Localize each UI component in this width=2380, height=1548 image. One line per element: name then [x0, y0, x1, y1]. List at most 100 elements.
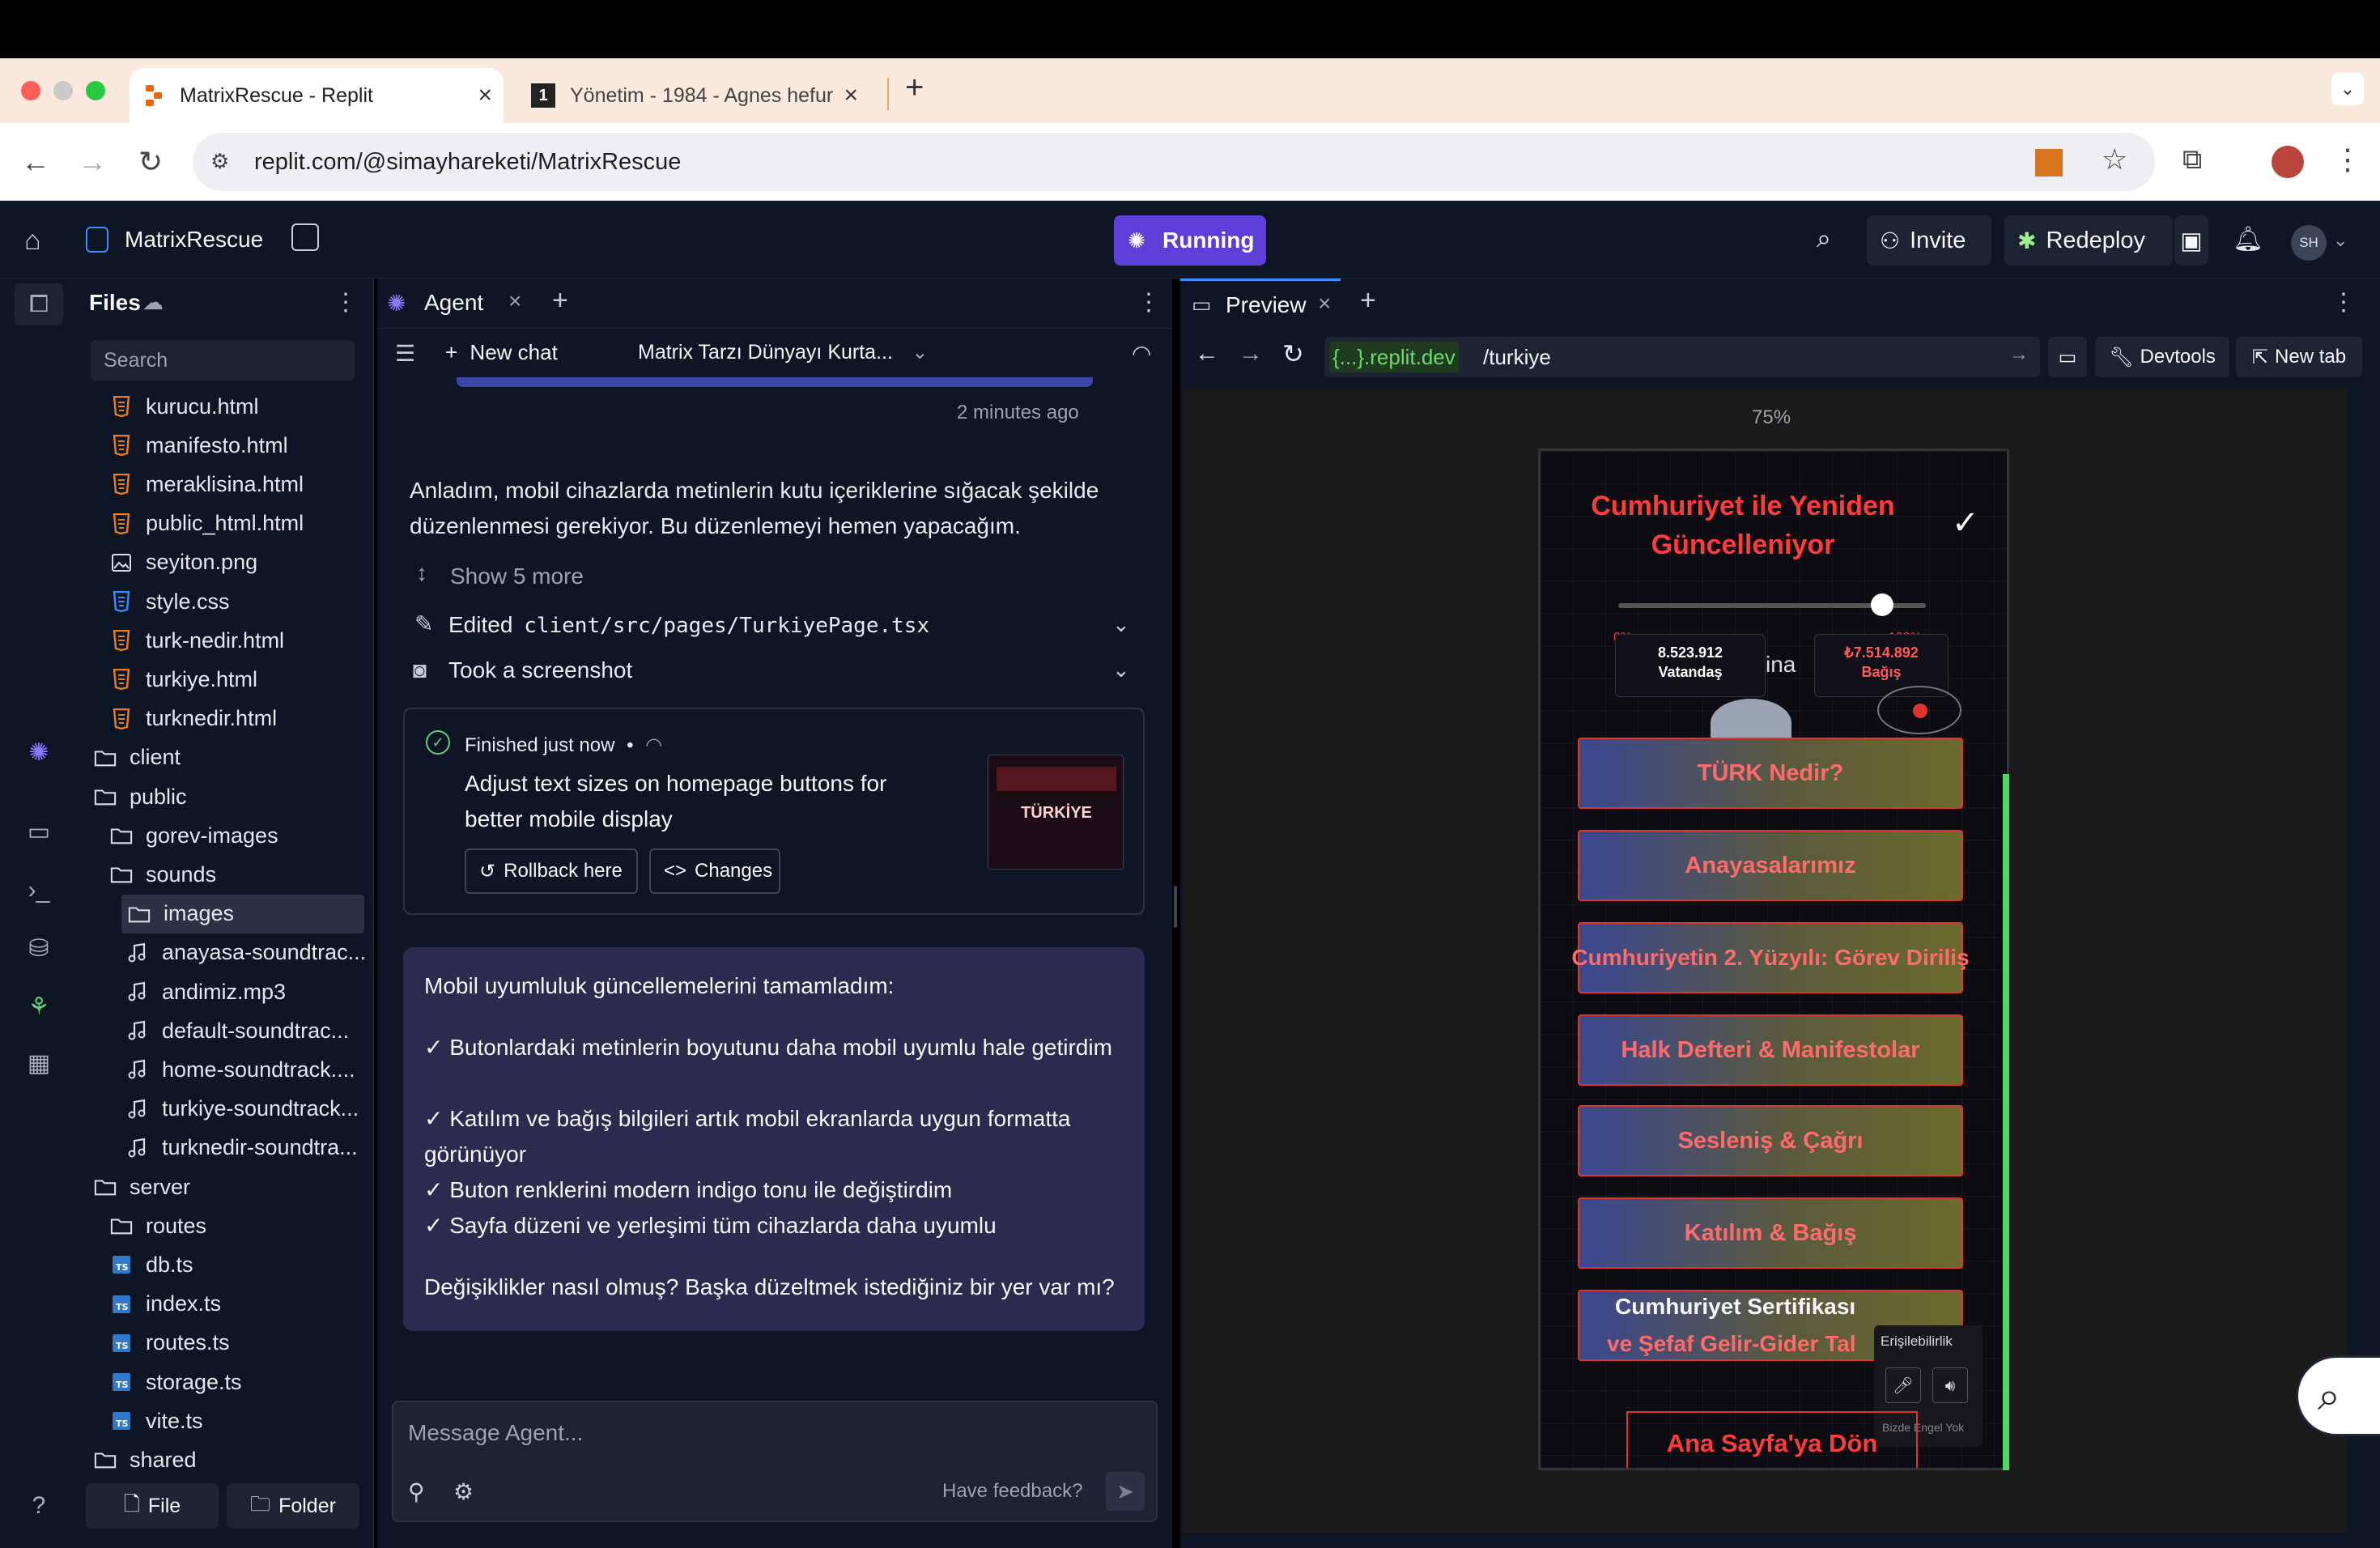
- floating-zoom-button[interactable]: ⌕: [2296, 1355, 2380, 1436]
- file-item[interactable]: TS routes.ts: [110, 1324, 369, 1363]
- nav-button-turk-nedir[interactable]: TÜRK Nedir?: [1578, 738, 1963, 809]
- file-item[interactable]: turknedir-soundtra...: [126, 1129, 369, 1167]
- preview-tab[interactable]: ▭ Preview ×: [1180, 279, 1341, 329]
- file-item[interactable]: TS db.ts: [110, 1245, 369, 1284]
- new-folder-button[interactable]: 🗀︎ Folder: [227, 1483, 359, 1529]
- add-tab-icon[interactable]: +: [552, 285, 568, 317]
- add-preview-tab-icon[interactable]: +: [1360, 285, 1376, 317]
- file-item[interactable]: TS index.ts: [110, 1285, 369, 1324]
- file-item[interactable]: TS vite.ts: [110, 1401, 369, 1440]
- file-item[interactable]: turkiye.html: [110, 660, 369, 699]
- minimize-window-button[interactable]: [53, 81, 73, 100]
- extensions-icon[interactable]: ⧉: [2182, 144, 2202, 176]
- database-tool-icon[interactable]: ⛁: [23, 933, 55, 965]
- nav-button-anayasalar[interactable]: Anayasalarımız: [1578, 830, 1963, 901]
- address-bar[interactable]: ⚙ replit.com/@simayhareketi/MatrixRescue: [193, 133, 2155, 191]
- file-item[interactable]: turk-nedir.html: [110, 621, 369, 660]
- back-arrow-icon[interactable]: ←: [18, 144, 53, 180]
- folder-item[interactable]: shared: [94, 1440, 369, 1479]
- close-agent-tab-icon[interactable]: ×: [508, 288, 521, 314]
- notifications-bell-icon[interactable]: 🔔︎: [2233, 225, 2263, 253]
- send-icon[interactable]: ➤: [1106, 1472, 1145, 1511]
- redeploy-button[interactable]: ✱ Redeploy: [2004, 215, 2173, 266]
- file-item[interactable]: style.css: [110, 582, 369, 621]
- file-item[interactable]: kurucu.html: [110, 387, 369, 426]
- files-menu-icon[interactable]: ⋮: [334, 288, 358, 317]
- files-search-input[interactable]: Search: [91, 340, 355, 381]
- profile-avatar[interactable]: [2272, 146, 2304, 178]
- settings-gear-icon[interactable]: ⚙: [453, 1478, 474, 1505]
- message-composer[interactable]: Message Agent... ⚲ ⚙ Have feedback? ➤: [392, 1401, 1158, 1522]
- nav-button-katilim[interactable]: Katılım & Bağış: [1578, 1197, 1963, 1269]
- user-avatar[interactable]: SH: [2291, 225, 2327, 261]
- preview-tool-icon[interactable]: ▭: [23, 816, 55, 848]
- panel-resize-handle[interactable]: [1174, 886, 1177, 928]
- account-chevron-icon[interactable]: ⌄: [2333, 230, 2348, 251]
- project-info-icon[interactable]: [291, 223, 319, 251]
- close-window-button[interactable]: [21, 81, 40, 100]
- search-icon[interactable]: ⌕: [1817, 223, 1831, 254]
- new-file-button[interactable]: 🗋︎ File: [86, 1483, 219, 1529]
- progress-slider-knob[interactable]: [1871, 593, 1893, 616]
- all-tools-grid-icon[interactable]: ▦: [23, 1048, 55, 1080]
- speaker-icon[interactable]: 🔊︎: [1932, 1367, 1968, 1403]
- file-item[interactable]: meraklisina.html: [110, 465, 369, 504]
- preview-back-icon[interactable]: ←: [1195, 340, 1219, 368]
- new-tab-icon[interactable]: +: [905, 70, 924, 106]
- expand-screenshot-chevron-icon[interactable]: ⌄: [1112, 657, 1130, 683]
- file-item[interactable]: andimiz.mp3: [126, 972, 369, 1011]
- message-input[interactable]: Message Agent...: [408, 1420, 583, 1446]
- file-item[interactable]: default-soundtrac...: [126, 1011, 369, 1050]
- screenshot-thumbnail[interactable]: TÜRKİYE: [988, 755, 1124, 870]
- file-item[interactable]: TS storage.ts: [110, 1363, 369, 1401]
- home-icon[interactable]: ⌂: [24, 225, 41, 257]
- tab-search-chevron-icon[interactable]: ⌄: [2331, 73, 2364, 105]
- expand-edit-chevron-icon[interactable]: ⌄: [1112, 612, 1130, 637]
- invite-button[interactable]: ⚇ Invite: [1867, 215, 1991, 266]
- file-item[interactable]: turkiye-soundtrack...: [126, 1090, 369, 1129]
- deployments-tool-icon[interactable]: ⚘: [23, 991, 55, 1023]
- file-item[interactable]: public_html.html: [110, 504, 369, 543]
- edited-file-row[interactable]: Edited client/src/pages/TurkiyePage.tsx: [448, 612, 929, 638]
- maximize-window-button[interactable]: [86, 81, 105, 100]
- file-item[interactable]: anayasa-soundtrac...: [126, 933, 369, 972]
- preview-url-bar[interactable]: {...}.replit.dev /turkiye →: [1324, 337, 2040, 377]
- devtools-button[interactable]: 🔧︎ Devtools: [2095, 337, 2229, 377]
- preview-menu-icon[interactable]: ⋮: [2331, 288, 2356, 317]
- run-status-button[interactable]: ✺ Running: [1114, 215, 1266, 266]
- chat-title-dropdown[interactable]: Matrix Tarzı Dünyayı Kurta... ⌄: [638, 340, 929, 364]
- forward-arrow-icon[interactable]: →: [74, 144, 110, 180]
- folder-item[interactable]: gorev-images: [110, 816, 369, 855]
- nav-button-gorev-dirilis[interactable]: Cumhuriyetin 2. Yüzyılı: Görev Diriliş: [1571, 922, 1970, 993]
- site-settings-icon[interactable]: ⚙: [210, 149, 229, 174]
- chat-history-icon[interactable]: ☰: [395, 340, 415, 367]
- help-icon[interactable]: ?: [23, 1490, 55, 1522]
- project-name[interactable]: MatrixRescue: [125, 227, 263, 253]
- changes-button[interactable]: <> Changes: [649, 848, 780, 894]
- agent-panel-menu-icon[interactable]: ⋮: [1137, 288, 1161, 317]
- preview-forward-icon[interactable]: →: [1239, 340, 1263, 368]
- new-chat-button[interactable]: + New chat: [445, 340, 558, 365]
- screenshot-row[interactable]: Took a screenshot: [448, 657, 632, 683]
- preview-reload-icon[interactable]: ↻: [1282, 338, 1304, 369]
- close-tab-icon[interactable]: ×: [844, 82, 858, 109]
- folder-item[interactable]: images: [121, 894, 364, 933]
- file-item[interactable]: manifesto.html: [110, 426, 369, 465]
- folder-item[interactable]: client: [94, 738, 369, 777]
- shell-tool-icon[interactable]: ›_: [23, 874, 55, 907]
- close-tab-icon[interactable]: ×: [478, 82, 492, 109]
- folder-item[interactable]: routes: [110, 1206, 369, 1245]
- close-preview-tab-icon[interactable]: ×: [1318, 291, 1331, 317]
- file-item[interactable]: seyiton.png: [110, 543, 369, 582]
- feedback-link[interactable]: Have feedback?: [942, 1480, 1082, 1503]
- deploy-panel-icon[interactable]: ▣: [2174, 215, 2208, 266]
- files-tool-icon[interactable]: ⧠: [23, 288, 55, 321]
- home-return-button[interactable]: Ana Sayfa'ya Dön: [1626, 1411, 1918, 1468]
- agent-tab-label[interactable]: Agent: [424, 290, 483, 316]
- extension-puzzle-square-icon[interactable]: [2035, 149, 2063, 176]
- attach-paperclip-icon[interactable]: ⚲: [408, 1478, 425, 1505]
- progress-gauge-icon[interactable]: ◠: [1132, 340, 1151, 367]
- microphone-icon[interactable]: 🎤︎: [1885, 1367, 1921, 1403]
- file-item[interactable]: home-soundtrack....: [126, 1050, 369, 1089]
- file-item[interactable]: turknedir.html: [110, 700, 369, 738]
